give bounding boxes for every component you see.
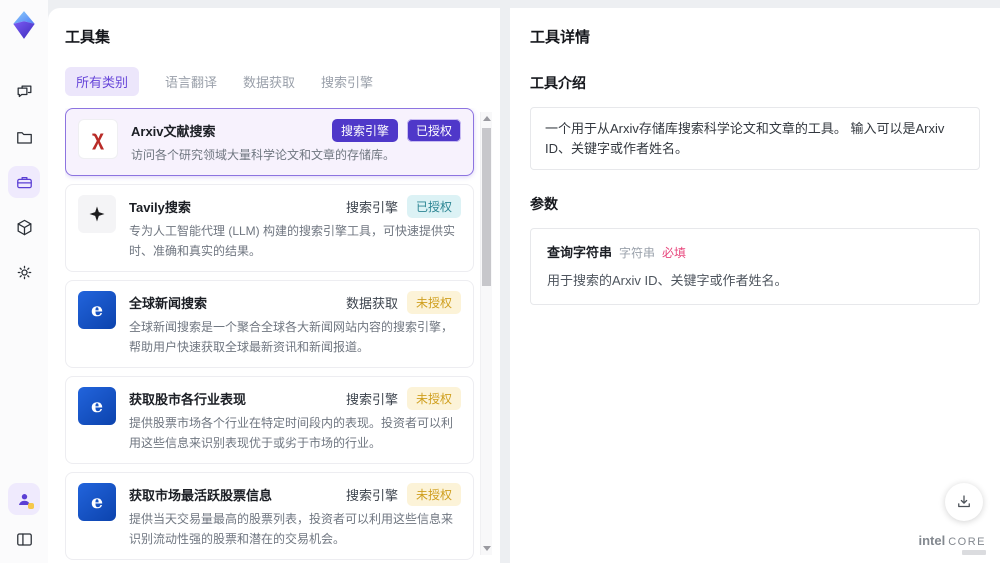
auth-status-badge: 已授权: [406, 119, 461, 142]
param-box: 查询字符串 字符串 必填 用于搜索的Arxiv ID、关键字或作者姓名。: [530, 228, 980, 305]
tab-all-categories[interactable]: 所有类别: [65, 67, 140, 96]
icon-sidebar: [0, 0, 48, 563]
detail-title: 工具详情: [530, 29, 591, 46]
intel-core-logo: intel core: [918, 533, 986, 555]
param-name: 查询字符串: [547, 245, 613, 260]
param-description: 用于搜索的Arxiv ID、关键字或作者姓名。: [547, 273, 788, 288]
category-tabs: 所有类别 语言翻译 数据获取 搜索引擎: [65, 67, 492, 96]
intro-heading: 工具介绍: [530, 75, 586, 91]
auth-status-badge: 未授权: [406, 291, 461, 315]
tab-data-fetch[interactable]: 数据获取: [243, 67, 295, 96]
tool-title: Tavily搜索: [129, 200, 191, 216]
tool-title: 全球新闻搜索: [129, 296, 208, 312]
sidebar-item-settings[interactable]: [8, 256, 40, 288]
sidebar-item-tools[interactable]: [8, 166, 40, 198]
category-label: 搜索引擎: [345, 488, 398, 504]
page-title: 工具集: [65, 29, 111, 46]
tool-card-most-active-stocks[interactable]: e 获取市场最活跃股票信息 搜索引擎 未授权 提供当天交易量最高的股票列表，投资…: [65, 472, 474, 560]
tool-description: 全球新闻搜索是一个聚合全球各大新闻网站内容的搜索引擎，帮助用户快速获取全球最新资…: [129, 320, 454, 354]
intro-box: 一个用于从Arxiv存储库搜索科学论文和文章的工具。 输入可以是Arxiv ID…: [530, 107, 980, 170]
tool-card-arxiv[interactable]: χ Arxiv文献搜索 搜索引擎 已授权 访问各个研究领域大量科学论文和文章的存…: [65, 108, 474, 177]
app-logo-icon: [9, 10, 39, 40]
scrollbar-down-arrow-icon[interactable]: [483, 546, 491, 551]
pane-divider: [500, 8, 510, 563]
tool-description: 专为人工智能代理 (LLM) 构建的搜索引擎工具，可快速提供实时、准确和真实的结…: [129, 224, 456, 258]
tool-card-tavily[interactable]: Tavily搜索 搜索引擎 已授权 专为人工智能代理 (LLM) 构建的搜索引擎…: [65, 184, 474, 273]
tavily-star-icon: [78, 195, 116, 234]
tab-translation[interactable]: 语言翻译: [165, 67, 217, 96]
tool-card-sector-performance[interactable]: e 获取股市各行业表现 搜索引擎 未授权 提供股票市场各个行业在特定时间段内的表…: [65, 376, 474, 465]
tool-title: 获取市场最活跃股票信息: [129, 488, 273, 504]
account-badge: [28, 503, 34, 509]
tool-list-pane: 工具集 所有类别 语言翻译 数据获取 搜索引擎 χ Arxiv文献搜索 搜索引擎…: [48, 8, 500, 563]
scrollbar-thumb[interactable]: [482, 128, 491, 286]
category-label: 搜索引擎: [345, 392, 398, 408]
app-root: 工具集 所有类别 语言翻译 数据获取 搜索引擎 χ Arxiv文献搜索 搜索引擎…: [0, 0, 1000, 563]
auth-status-badge: 未授权: [406, 387, 461, 411]
auth-status-badge: 未授权: [406, 483, 461, 507]
param-type: 字符串: [619, 246, 656, 260]
tool-title: 获取股市各行业表现: [129, 392, 247, 408]
tool-card-global-news[interactable]: e 全球新闻搜索 数据获取 未授权 全球新闻搜索是一个聚合全球各大新闻网站内容的…: [65, 280, 474, 369]
category-label: 数据获取: [345, 296, 398, 312]
tab-search-engine[interactable]: 搜索引擎: [321, 67, 373, 96]
tool-title: Arxiv文献搜索: [131, 124, 216, 139]
tool-list: χ Arxiv文献搜索 搜索引擎 已授权 访问各个研究领域大量科学论文和文章的存…: [65, 108, 492, 563]
sidebar-nav: [8, 76, 40, 288]
brand-underline: [962, 550, 986, 555]
stock-app-icon: e: [78, 387, 116, 426]
content-stage: 工具集 所有类别 语言翻译 数据获取 搜索引擎 χ Arxiv文献搜索 搜索引擎…: [48, 0, 1000, 563]
chat-icon: [17, 85, 31, 97]
scrollbar-up-arrow-icon[interactable]: [483, 116, 491, 121]
brand-intel-label: intel: [918, 533, 946, 548]
tool-description: 提供当天交易量最高的股票列表，投资者可以利用这些信息来识别流动性强的股票和潜在的…: [129, 512, 454, 546]
download-button[interactable]: [945, 483, 983, 521]
sidebar-item-plugins[interactable]: [8, 211, 40, 243]
briefcase-icon: [16, 176, 32, 188]
brand-core-label: core: [948, 536, 986, 548]
news-app-icon: e: [78, 291, 116, 330]
category-badge: 搜索引擎: [331, 119, 398, 142]
sidebar-item-collapse[interactable]: [8, 523, 40, 555]
sidebar-bottom: [8, 483, 40, 555]
download-icon: [958, 495, 970, 508]
folder-icon: [16, 131, 32, 144]
sidebar-item-files[interactable]: [8, 121, 40, 153]
param-required-badge: 必填: [662, 246, 687, 260]
auth-status-badge: 已授权: [406, 195, 461, 219]
sidebar-item-account[interactable]: [8, 483, 40, 515]
arxiv-logo-icon: χ: [78, 119, 118, 159]
tool-description: 提供股票市场各个行业在特定时间段内的表现。投资者可以利用这些信息来识别表现优于或…: [129, 416, 454, 450]
sidebar-item-chat[interactable]: [8, 76, 40, 108]
stock-app-icon: e: [78, 483, 116, 522]
category-label: 搜索引擎: [345, 200, 398, 216]
tool-description: 访问各个研究领域大量科学论文和文章的存储库。: [131, 148, 396, 162]
params-heading: 参数: [530, 196, 558, 212]
tool-detail-pane: 工具详情 工具介绍 一个用于从Arxiv存储库搜索科学论文和文章的工具。 输入可…: [510, 8, 1000, 563]
cube-icon: [17, 219, 31, 235]
list-scrollbar[interactable]: [480, 112, 492, 555]
panel-toggle-icon: [16, 532, 32, 546]
gear-icon: [17, 265, 31, 279]
